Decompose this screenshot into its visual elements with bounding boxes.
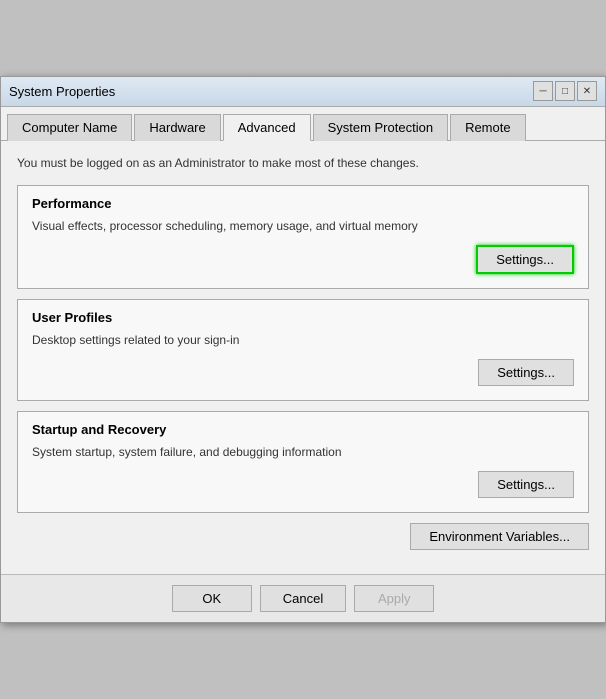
tab-remote[interactable]: Remote — [450, 114, 526, 141]
minimize-button[interactable]: ─ — [533, 81, 553, 101]
startup-recovery-btn-row: Settings... — [32, 471, 574, 498]
performance-desc: Visual effects, processor scheduling, me… — [32, 219, 574, 233]
environment-variables-button[interactable]: Environment Variables... — [410, 523, 589, 550]
title-bar-controls: ─ □ ✕ — [533, 81, 597, 101]
tabs-container: Computer Name Hardware Advanced System P… — [1, 107, 605, 141]
user-profiles-settings-button[interactable]: Settings... — [478, 359, 574, 386]
user-profiles-desc: Desktop settings related to your sign-in — [32, 333, 574, 347]
performance-section: Performance Visual effects, processor sc… — [17, 185, 589, 289]
admin-notice: You must be logged on as an Administrato… — [17, 155, 589, 172]
performance-title: Performance — [32, 196, 574, 211]
startup-recovery-settings-button[interactable]: Settings... — [478, 471, 574, 498]
env-variables-row: Environment Variables... — [17, 523, 589, 550]
user-profiles-btn-row: Settings... — [32, 359, 574, 386]
startup-recovery-desc: System startup, system failure, and debu… — [32, 445, 574, 459]
cancel-button[interactable]: Cancel — [260, 585, 346, 612]
tab-content: You must be logged on as an Administrato… — [1, 141, 605, 575]
tab-system-protection[interactable]: System Protection — [313, 114, 449, 141]
startup-recovery-section: Startup and Recovery System startup, sys… — [17, 411, 589, 513]
ok-button[interactable]: OK — [172, 585, 252, 612]
performance-btn-row: Settings... — [32, 245, 574, 274]
window-title: System Properties — [9, 84, 115, 99]
apply-button[interactable]: Apply — [354, 585, 434, 612]
tab-hardware[interactable]: Hardware — [134, 114, 220, 141]
user-profiles-section: User Profiles Desktop settings related t… — [17, 299, 589, 401]
footer: OK Cancel Apply — [1, 574, 605, 622]
maximize-button[interactable]: □ — [555, 81, 575, 101]
startup-recovery-title: Startup and Recovery — [32, 422, 574, 437]
system-properties-window: System Properties ─ □ ✕ Computer Name Ha… — [0, 76, 606, 624]
user-profiles-title: User Profiles — [32, 310, 574, 325]
title-bar: System Properties ─ □ ✕ — [1, 77, 605, 107]
close-button[interactable]: ✕ — [577, 81, 597, 101]
tab-computer-name[interactable]: Computer Name — [7, 114, 132, 141]
performance-settings-button[interactable]: Settings... — [476, 245, 574, 274]
tab-advanced[interactable]: Advanced — [223, 114, 311, 141]
